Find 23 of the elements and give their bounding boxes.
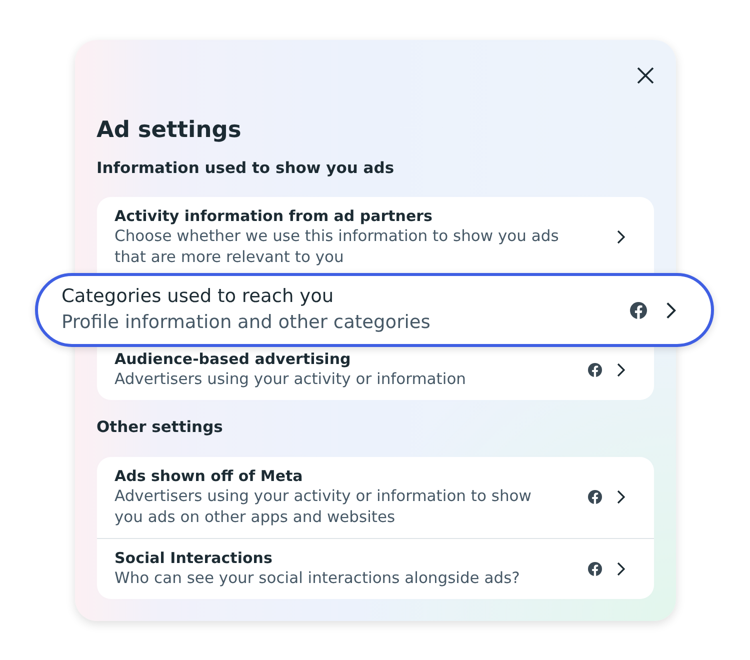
section-heading: Information used to show you ads [96, 158, 396, 179]
chevron-right-icon [616, 490, 624, 504]
item-description: Advertisers using your activity or information [114, 369, 467, 390]
chevron-right-icon [616, 230, 624, 244]
close-icon [636, 67, 654, 84]
chevron-right-icon [616, 362, 624, 376]
settings-item[interactable]: Social Interactions Who can see your social interactions alongside ads? [96, 538, 654, 599]
item-description: Choose whether we use this information to show you ads that are more relevant to you [114, 226, 560, 268]
settings-item[interactable]: Ads shown off of Meta Advertisers using your activity or information to show you ads on other apps and websites [96, 457, 654, 538]
item-description: Profile information and other categories [62, 311, 432, 335]
close-button[interactable] [636, 67, 654, 84]
item-title: Audience-based advertising [114, 349, 352, 369]
item-title: Ads shown off of Meta [114, 466, 304, 486]
settings-item[interactable]: Categories used to reach you Profile information and other categories [34, 273, 714, 347]
item-title: Categories used to reach you [62, 285, 335, 309]
item-title: Activity information from ad partners [114, 206, 434, 226]
chevron-right-icon [666, 302, 676, 318]
section-heading: Other settings [96, 417, 224, 438]
item-description: Who can see your social interactions alongside ads? [114, 568, 521, 589]
item-description: Advertisers using your activity or information to show you ads on other apps and websites [114, 486, 532, 528]
item-title: Social Interactions [114, 548, 274, 568]
chevron-right-icon [616, 562, 624, 576]
dialog-title: Ad settings [96, 116, 242, 145]
